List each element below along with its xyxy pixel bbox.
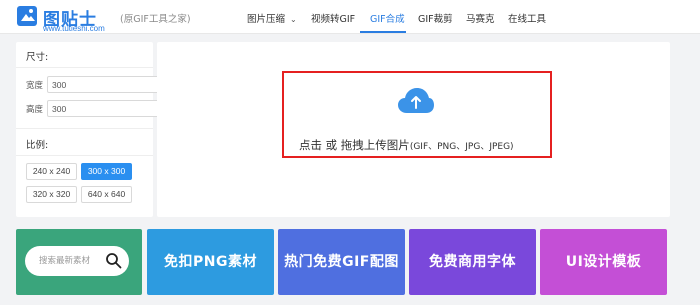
ratio-option-640[interactable]: 640 x 640 bbox=[81, 186, 132, 203]
divider bbox=[16, 67, 153, 68]
material-search-box[interactable] bbox=[25, 246, 129, 276]
chevron-down-icon: ⌄ bbox=[290, 15, 297, 24]
nav-item-mosaic[interactable]: 马赛克 bbox=[466, 11, 495, 25]
ratio-option-320[interactable]: 320 x 320 bbox=[26, 186, 77, 203]
ratio-option-300[interactable]: 300 x 300 bbox=[81, 163, 132, 180]
ratio-title: 比例: bbox=[26, 140, 49, 151]
size-title: 尺寸: bbox=[26, 52, 49, 63]
width-label: 宽度 bbox=[26, 81, 44, 91]
nav-item-gif-crop[interactable]: GIF裁剪 bbox=[418, 11, 453, 25]
width-input[interactable] bbox=[47, 76, 159, 93]
settings-panel: 尺寸: 宽度 高度 比例: 240 x 240 300 x 300 320 x … bbox=[16, 42, 159, 217]
upload-text: 点击 或 拖拽上传图片 bbox=[299, 138, 410, 152]
search-icon[interactable] bbox=[105, 252, 122, 269]
upload-area[interactable]: 点击 或 拖拽上传图片(GIF、PNG、JPG、JPEG) bbox=[157, 42, 670, 217]
height-label: 高度 bbox=[26, 105, 44, 115]
ratio-option-240[interactable]: 240 x 240 bbox=[26, 163, 77, 180]
top-header: 图贴士 www.tutieshi.com (原GIF工具之家) 图片压缩 ⌄ 视频… bbox=[0, 0, 700, 34]
upload-instructions: 点击 或 拖拽上传图片(GIF、PNG、JPG、JPEG) bbox=[299, 134, 514, 153]
nav-label: 图片压缩 bbox=[247, 14, 286, 25]
logo-url: www.tutieshi.com bbox=[43, 24, 105, 33]
divider bbox=[16, 128, 153, 129]
banner-free-gif[interactable]: 热门免费GIF配图 bbox=[278, 229, 405, 295]
banner-ui-templates[interactable]: UI设计模板 bbox=[540, 229, 667, 295]
cloud-upload-icon bbox=[398, 88, 434, 113]
nav-active-indicator bbox=[360, 31, 406, 33]
upload-dropzone[interactable]: 点击 或 拖拽上传图片(GIF、PNG、JPG、JPEG) bbox=[282, 71, 552, 158]
divider bbox=[16, 155, 153, 156]
upload-formats: (GIF、PNG、JPG、JPEG) bbox=[409, 142, 514, 152]
logo-icon bbox=[17, 6, 37, 26]
nav-item-online-tools[interactable]: 在线工具 bbox=[508, 11, 546, 25]
nav-item-image-compress[interactable]: 图片压缩 ⌄ bbox=[247, 11, 297, 25]
site-subtitle: (原GIF工具之家) bbox=[120, 14, 191, 25]
nav-item-gif-compose[interactable]: GIF合成 bbox=[370, 11, 405, 25]
banner-free-fonts[interactable]: 免费商用字体 bbox=[409, 229, 536, 295]
material-search-card bbox=[16, 229, 142, 295]
banner-png-materials[interactable]: 免扣PNG素材 bbox=[147, 229, 274, 295]
nav-item-video-to-gif[interactable]: 视频转GIF bbox=[311, 11, 355, 25]
site-logo[interactable]: 图贴士 www.tutieshi.com bbox=[16, 4, 116, 33]
height-input[interactable] bbox=[47, 100, 159, 117]
material-search-input[interactable] bbox=[39, 253, 103, 269]
